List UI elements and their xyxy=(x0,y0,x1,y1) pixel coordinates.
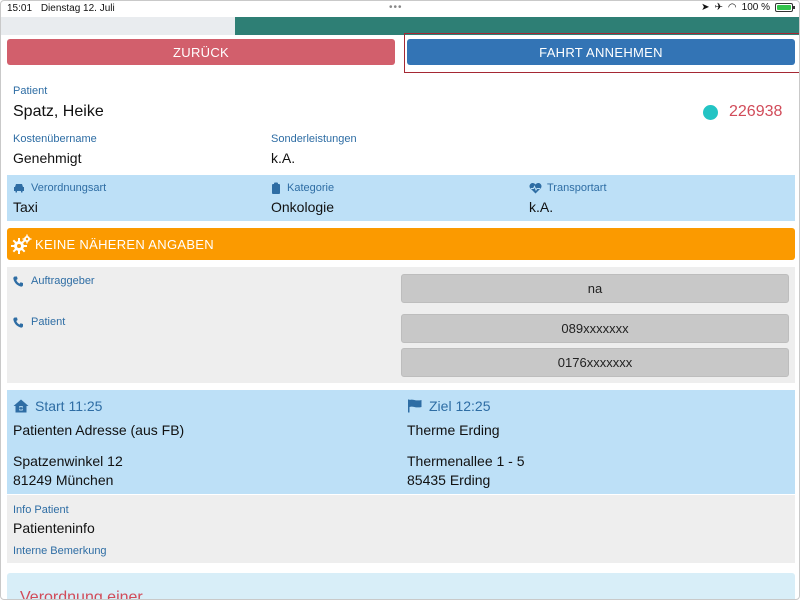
destination-city: 85435 Erding xyxy=(407,472,491,488)
accept-ride-button[interactable]: FAHRT ANNEHMEN xyxy=(407,39,795,65)
patient-info-value: Patienteninfo xyxy=(13,520,95,536)
start-time-label: Start 11:25 xyxy=(35,398,103,414)
patient-label: Patient xyxy=(13,85,48,97)
destination-name: Therme Erding xyxy=(407,422,500,438)
patient-id: 226938 xyxy=(729,103,783,120)
special-services-label: Sonderleistungen xyxy=(271,133,357,145)
internal-remark-label: Interne Bemerkung xyxy=(13,545,107,557)
car-icon xyxy=(13,183,25,196)
category-label: Kategorie xyxy=(287,182,335,194)
warning-banner: KEINE NÄHEREN ANGABEN xyxy=(7,228,795,260)
info-section: Info Patient Patienteninfo Interne Bemer… xyxy=(7,495,795,563)
patient-name: Spatz, Heike xyxy=(13,103,104,120)
clipboard-icon xyxy=(271,182,281,197)
battery-percent: 100 % xyxy=(741,2,770,13)
prescription-card: Verordnung einer xyxy=(7,573,795,600)
transport-type-value: k.A. xyxy=(529,199,554,215)
client-label: Auftraggeber xyxy=(31,275,95,287)
patient-contact-label: Patient xyxy=(31,316,66,328)
client-phone-button[interactable]: na xyxy=(401,274,789,303)
airplane-icon: ✈ xyxy=(714,2,723,13)
transport-type-label: Transportart xyxy=(547,182,607,194)
destination-header: Ziel 12:25 xyxy=(407,398,490,414)
home-icon xyxy=(13,399,29,413)
destination-street: Thermenallee 1 - 5 xyxy=(407,453,525,469)
patient-phone-2-button[interactable]: 0176xxxxxxx xyxy=(401,348,789,377)
app-window: 15:01 Dienstag 12. Juli ••• ➤ ✈ ◠ 100 % … xyxy=(0,0,800,600)
prescription-card-title: Verordnung einer xyxy=(20,589,143,600)
battery-icon xyxy=(775,3,795,12)
cost-coverage-label: Kostenübername xyxy=(13,133,97,145)
prescription-type-value: Taxi xyxy=(13,199,38,215)
category-value: Onkologie xyxy=(271,199,335,215)
phone-icon xyxy=(13,276,23,290)
cost-coverage-value: Genehmigt xyxy=(13,150,82,166)
destination-time-label: Ziel 12:25 xyxy=(429,398,491,414)
flag-icon xyxy=(408,399,422,413)
status-date: Dienstag 12. Juli xyxy=(40,3,115,14)
wifi-icon: ◠ xyxy=(727,2,737,13)
special-services-value: k.A. xyxy=(271,150,296,166)
heartbeat-icon xyxy=(529,182,542,197)
route-band: Start 11:25 Patienten Adresse (aus FB) S… xyxy=(7,390,795,494)
phone-icon xyxy=(13,317,23,331)
start-name: Patienten Adresse (aus FB) xyxy=(13,422,185,438)
status-time: 15:01 xyxy=(7,3,33,14)
status-dot-icon xyxy=(703,105,718,120)
back-button[interactable]: ZURÜCK xyxy=(7,39,395,65)
start-city: 81249 München xyxy=(13,472,114,488)
gears-icon xyxy=(11,234,32,254)
status-bar: 15:01 Dienstag 12. Juli ••• ➤ ✈ ◠ 100 % xyxy=(1,1,799,17)
prescription-type-label: Verordnungsart xyxy=(31,182,107,194)
order-info-band: Verordnungsart Taxi Kategorie Onkologie … xyxy=(7,175,795,221)
warning-text: KEINE NÄHEREN ANGABEN xyxy=(35,236,214,252)
multitask-dots-icon[interactable]: ••• xyxy=(389,2,403,13)
patient-info-label: Info Patient xyxy=(13,504,69,516)
start-header: Start 11:25 xyxy=(13,398,102,414)
location-icon: ➤ xyxy=(701,2,710,13)
start-street: Spatzenwinkel 12 xyxy=(13,453,123,469)
patient-phone-1-button[interactable]: 089xxxxxxx xyxy=(401,314,789,343)
